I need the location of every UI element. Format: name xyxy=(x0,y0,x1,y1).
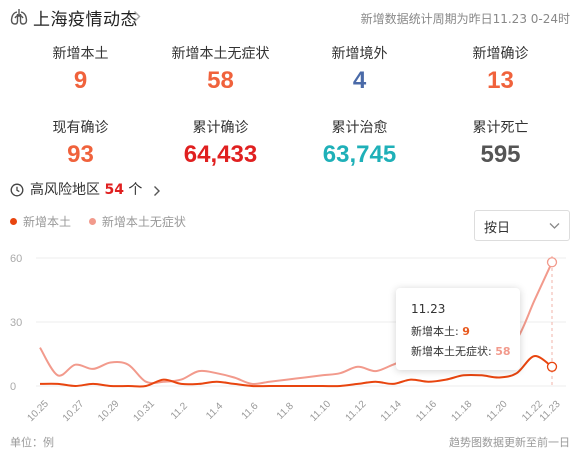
chevron-right-icon xyxy=(154,186,160,196)
tooltip-row-asymptomatic: 新增本土无症状: 58 xyxy=(411,343,520,359)
x-tick-label: 11.14 xyxy=(379,398,404,423)
tooltip-label: 新增本土无症状: xyxy=(411,345,492,358)
high-risk-label: 高风险地区 xyxy=(30,182,100,198)
y-tick-label: 60 xyxy=(10,253,22,265)
stat-value: 93 xyxy=(67,141,94,168)
legend-label: 新增本土无症状 xyxy=(101,215,186,229)
lungs-icon xyxy=(10,9,28,25)
chart-tooltip: 11.23 新增本土: 9 新增本土无症状: 58 xyxy=(396,288,520,370)
stat-current-confirmed: 现有确诊 93 xyxy=(8,118,153,169)
clock-icon xyxy=(10,183,24,197)
page-title[interactable]: 上海疫情动态 xyxy=(33,5,138,30)
stat-label: 累计确诊 xyxy=(192,120,249,136)
stat-value: 595 xyxy=(480,141,521,168)
stat-new-imported: 新增境外 4 xyxy=(287,44,432,95)
stats-period-note: 新增数据统计周期为昨日11.23 0-24时 xyxy=(360,12,570,26)
high-risk-unit: 个 xyxy=(128,182,143,198)
stat-value: 4 xyxy=(352,67,367,94)
stat-total-recovered: 累计治愈 63,745 xyxy=(287,118,432,169)
stat-total-confirmed: 累计确诊 64,433 xyxy=(148,118,293,169)
x-tick-label: 11.6 xyxy=(240,400,261,421)
y-tick-label: 30 xyxy=(10,317,22,329)
legend-dot xyxy=(10,218,17,225)
hover-point xyxy=(546,257,558,268)
stat-new-local-asymptomatic: 新增本土无症状 58 xyxy=(148,44,293,95)
stat-label: 现有确诊 xyxy=(52,120,109,136)
chevron-down-icon xyxy=(549,223,560,229)
x-tick-label: 11.20 xyxy=(485,398,510,423)
x-tick-label: 11.23 xyxy=(538,398,563,423)
chart-legend: 新增本土 新增本土无症状 xyxy=(10,213,200,230)
stat-value: 64,433 xyxy=(183,141,258,168)
high-risk-areas-text: 高风险地区 54 个 xyxy=(30,180,142,200)
stat-value: 9 xyxy=(73,67,88,94)
stat-value: 63,745 xyxy=(322,141,397,168)
x-tick-label: 10.27 xyxy=(61,398,87,424)
stat-label: 新增本土 xyxy=(52,46,109,62)
update-note: 趋势图数据更新至前一日 xyxy=(449,436,570,449)
legend-item-asymptomatic[interactable]: 新增本土无症状 xyxy=(88,213,186,230)
high-risk-count: 54 xyxy=(104,182,124,198)
stat-label: 新增确诊 xyxy=(472,46,529,62)
stat-new-confirmed: 新增确诊 13 xyxy=(428,44,573,95)
stat-value: 58 xyxy=(207,67,234,94)
stat-label: 新增本土无症状 xyxy=(171,46,270,62)
tooltip-row-local: 新增本土: 9 xyxy=(411,323,520,339)
tooltip-value: 9 xyxy=(462,325,470,338)
unit-note: 单位：例 xyxy=(10,436,54,449)
stat-total-deaths: 累计死亡 595 xyxy=(428,118,573,169)
x-tick-label: 10.31 xyxy=(131,398,157,424)
x-tick-label: 11.4 xyxy=(204,400,225,421)
x-tick-label: 11.16 xyxy=(414,398,439,423)
tooltip-label: 新增本土: xyxy=(411,325,459,338)
chevron-right-icon[interactable] xyxy=(133,10,141,23)
tooltip-date: 11.23 xyxy=(411,302,446,316)
hover-point xyxy=(546,361,558,372)
stat-label: 新增境外 xyxy=(331,46,388,62)
x-tick-label: 10.29 xyxy=(96,398,122,424)
granularity-select[interactable]: 按日 xyxy=(474,210,570,241)
y-tick-label: 0 xyxy=(10,381,16,393)
x-tick-label: 11.8 xyxy=(275,400,296,421)
stat-value: 13 xyxy=(487,67,514,94)
x-tick-label: 11.12 xyxy=(344,398,369,423)
x-tick-label: 10.25 xyxy=(25,398,51,424)
stat-label: 累计死亡 xyxy=(472,120,529,136)
x-tick-label: 11.18 xyxy=(449,398,474,423)
header: 上海疫情动态 新增数据统计周期为昨日11.23 0-24时 xyxy=(0,0,580,34)
legend-dot xyxy=(88,218,96,225)
tooltip-value: 58 xyxy=(495,345,511,358)
stat-label: 累计治愈 xyxy=(331,120,388,136)
x-tick-label: 11.10 xyxy=(308,398,333,423)
x-tick-label: 11.2 xyxy=(169,400,190,421)
granularity-select-value: 按日 xyxy=(484,221,511,236)
stat-new-local: 新增本土 9 xyxy=(8,44,153,95)
legend-label: 新增本土 xyxy=(23,215,72,229)
legend-item-local[interactable]: 新增本土 xyxy=(10,213,71,230)
